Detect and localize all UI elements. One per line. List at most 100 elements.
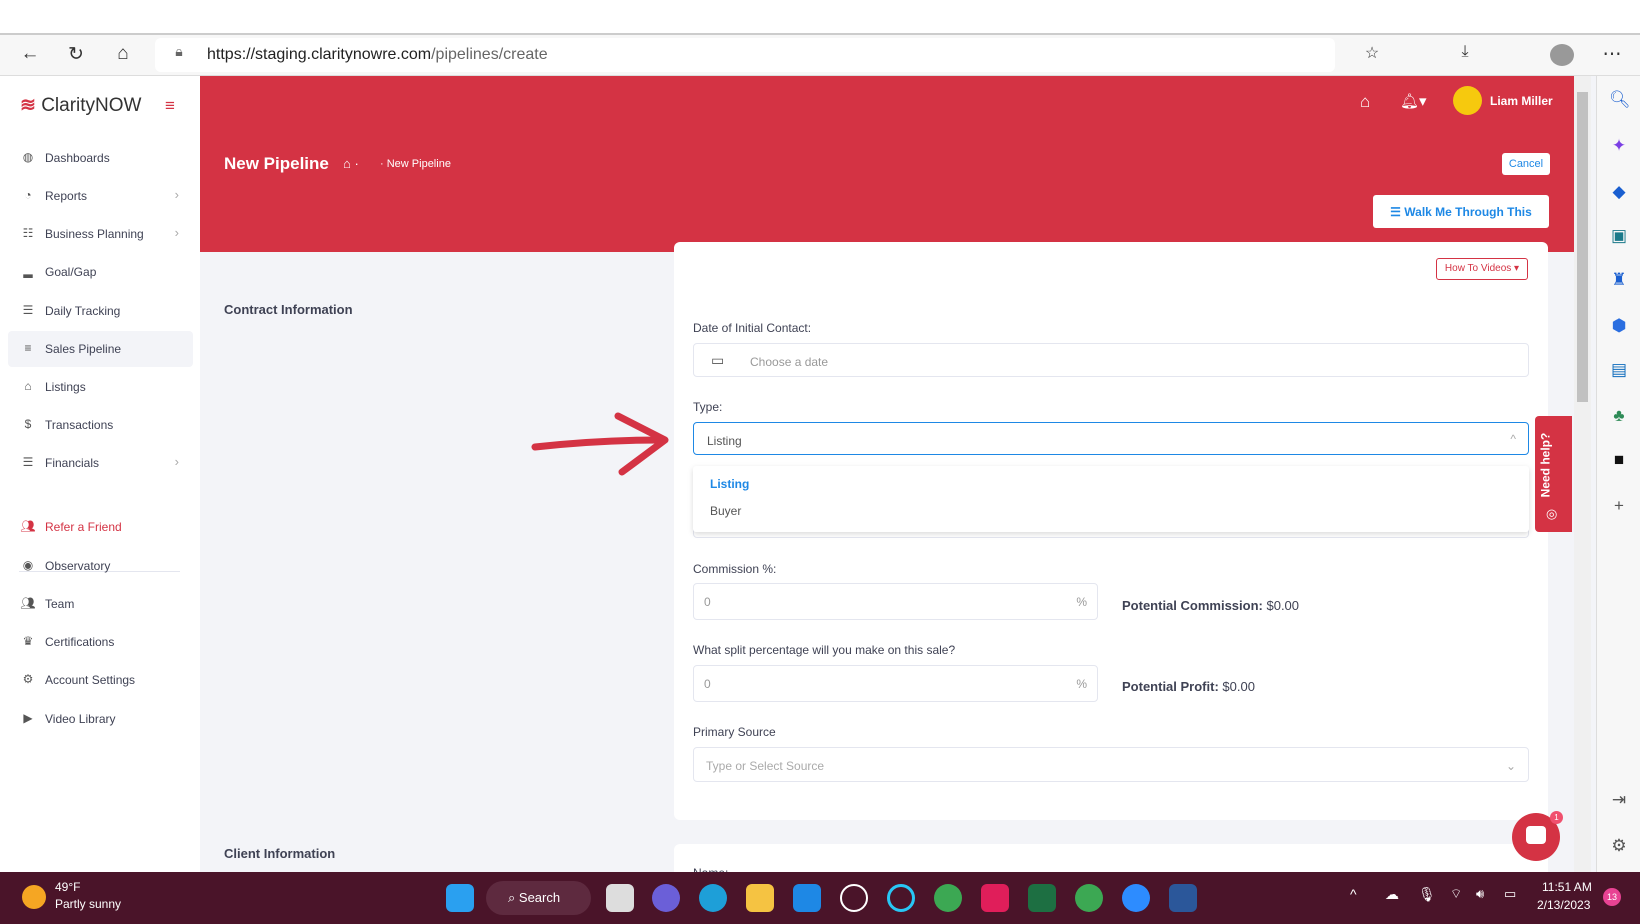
sidebar-item-listings[interactable]: ⌂ Listings xyxy=(8,369,193,405)
edge-sidebar: 🔍︎ ✦ ◆ ▣ ♜ ⬢ ▤ ♣ ■ + ⇥ ⚙ xyxy=(1596,76,1640,872)
sidebar-item-financials[interactable]: ☰ Financials › xyxy=(8,445,193,481)
sidebar-item-reports[interactable]: ◔ Reports › xyxy=(8,178,193,214)
breadcrumb-home-icon[interactable]: ⌂ · xyxy=(343,156,359,171)
tray-chevron-icon[interactable]: ^ xyxy=(1350,886,1357,902)
how-to-videos-dropdown[interactable]: How To Videos ▾ xyxy=(1436,258,1528,280)
volume-icon[interactable]: 🔊︎ xyxy=(1476,886,1484,902)
battery-icon[interactable]: ▭ xyxy=(1504,886,1516,902)
back-icon[interactable]: ← xyxy=(18,43,42,65)
sidebar-item-team[interactable]: 👥︎ Team xyxy=(8,586,193,622)
favorites-icon[interactable]: ☆ xyxy=(1360,43,1384,63)
wifi-icon[interactable]: ⌔ xyxy=(1450,886,1462,902)
sidebar-toggle-icon[interactable]: ⇥ xyxy=(1609,790,1629,810)
breadcrumb: · New Pipeline xyxy=(380,158,451,170)
chrome-icon[interactable] xyxy=(934,884,962,912)
file-explorer-icon[interactable] xyxy=(746,884,774,912)
sidebar-item-sales-pipeline[interactable]: ≡ Sales Pipeline xyxy=(8,331,193,367)
logo-mark-icon: ≋ xyxy=(20,95,36,116)
home-icon[interactable]: ⌂ xyxy=(111,43,135,65)
option-listing[interactable]: Listing xyxy=(710,477,749,491)
avatar[interactable] xyxy=(1453,86,1482,115)
add-icon[interactable]: + xyxy=(1609,496,1629,516)
teams-icon[interactable] xyxy=(652,884,680,912)
home-icon[interactable]: ⌂ xyxy=(1360,92,1370,112)
sidebar-item-video-library[interactable]: ▶ Video Library xyxy=(8,701,193,737)
toolbox-icon[interactable]: ▣ xyxy=(1609,226,1629,246)
alexa-icon[interactable] xyxy=(887,884,915,912)
tag-icon[interactable]: ◆ xyxy=(1609,182,1629,202)
logo[interactable]: ≋ ClarityNOW xyxy=(20,94,141,117)
mic-icon[interactable]: 🎙︎ xyxy=(1418,886,1436,903)
potential-profit-value: $0.00 xyxy=(1222,679,1255,694)
office-icon[interactable]: ⬢ xyxy=(1609,316,1629,336)
split-value: 0 xyxy=(704,677,711,691)
start-icon[interactable] xyxy=(446,884,474,912)
sidebar-item-label: Account Settings xyxy=(45,673,136,687)
scrollbar-thumb[interactable] xyxy=(1577,92,1588,402)
date-placeholder: Choose a date xyxy=(750,355,829,369)
user-name[interactable]: Liam Miller xyxy=(1490,94,1553,108)
address-bar[interactable]: 🔒︎ https://staging.claritynowre.com/pipe… xyxy=(155,38,1335,72)
tree-icon[interactable]: ♣ xyxy=(1609,406,1629,426)
search-icon[interactable]: 🔍︎ xyxy=(1609,90,1631,110)
url-path: /pipelines/create xyxy=(431,46,548,63)
clock-date[interactable]: 2/13/2023 xyxy=(1537,898,1590,912)
split-input[interactable]: 0 % xyxy=(693,665,1098,702)
sidebar-item-dashboards[interactable]: ◍ Dashboards xyxy=(8,140,193,176)
chat-button[interactable]: 1 xyxy=(1512,811,1563,861)
dell-icon[interactable] xyxy=(840,884,868,912)
sidebar-item-certifications[interactable]: ♛ Certifications xyxy=(8,624,193,660)
sidebar-item-label: Daily Tracking xyxy=(45,304,121,318)
slack-icon[interactable] xyxy=(981,884,1009,912)
weather-icon[interactable] xyxy=(22,885,46,909)
sparkle-icon[interactable]: ✦ xyxy=(1609,136,1629,156)
calendar-icon: ▭ xyxy=(711,352,725,368)
hamburger-icon[interactable]: ≡ xyxy=(165,96,175,116)
sidebar-item-transactions[interactable]: $ Transactions xyxy=(8,407,193,443)
cancel-button[interactable]: Cancel xyxy=(1502,153,1550,175)
commission-input[interactable]: 0 % xyxy=(693,583,1098,620)
chat-badge: 1 xyxy=(1550,811,1563,824)
clock-time[interactable]: 11:51 AM xyxy=(1542,880,1592,894)
source-select[interactable]: Type or Select Source ⌄ xyxy=(693,747,1529,782)
sidebar-item-label: Reports xyxy=(45,189,88,203)
zoom-icon[interactable] xyxy=(1122,884,1150,912)
word-icon[interactable] xyxy=(1169,884,1197,912)
walk-label: Walk Me Through This xyxy=(1404,204,1532,219)
page-scrollbar[interactable] xyxy=(1574,76,1591,872)
option-buyer[interactable]: Buyer xyxy=(710,504,741,518)
download-icon[interactable]: ⤓ xyxy=(1453,43,1477,61)
date-label: Date of Initial Contact: xyxy=(693,321,812,335)
need-help-tab[interactable]: Need help? ◎ xyxy=(1535,416,1572,532)
outlook-icon[interactable]: ▤ xyxy=(1609,360,1629,380)
sidebar-item-daily-tracking[interactable]: ☰ Daily Tracking xyxy=(8,293,193,329)
mail-icon[interactable] xyxy=(793,884,821,912)
task-view-icon[interactable] xyxy=(606,884,634,912)
weather-text[interactable]: Partly sunny xyxy=(55,897,121,911)
edge-icon[interactable] xyxy=(699,884,727,912)
chrome-profile-icon[interactable] xyxy=(1075,884,1103,912)
reload-icon[interactable]: ↻ xyxy=(64,43,88,66)
temperature[interactable]: 49°F xyxy=(55,880,80,894)
potential-profit-label: Potential Profit: xyxy=(1122,679,1219,694)
notification-badge[interactable]: 13 xyxy=(1603,888,1621,906)
sidebar-item-account-settings[interactable]: ⚙ Account Settings xyxy=(8,662,193,698)
games-icon[interactable]: ♜ xyxy=(1609,270,1629,290)
more-icon[interactable]: ⋯ xyxy=(1600,43,1624,66)
browser-toolbar: ← ↻ ⌂ 🔒︎ https://staging.claritynowre.co… xyxy=(0,35,1640,76)
date-input[interactable]: ▭ Choose a date xyxy=(693,343,1529,377)
sidebar-item-observatory[interactable]: ◉ Observatory xyxy=(8,548,193,584)
sidebar-item-goal-gap[interactable]: ▂ Goal/Gap xyxy=(8,254,193,290)
onedrive-icon[interactable]: ☁ xyxy=(1385,886,1399,903)
f-app-icon[interactable]: ■ xyxy=(1609,450,1629,470)
lock-icon[interactable]: 🔒︎ xyxy=(167,43,191,60)
bell-icon[interactable]: 🔔︎▾ xyxy=(1400,92,1427,110)
sidebar-item-business-planning[interactable]: ☷ Business Planning › xyxy=(8,216,193,252)
walk-me-through-button[interactable]: ☰ Walk Me Through This xyxy=(1373,195,1549,228)
sidebar-item-refer-a-friend[interactable]: 👥︎ Refer a Friend xyxy=(8,509,193,545)
type-select[interactable]: Listing ^ xyxy=(693,422,1529,455)
excel-icon[interactable] xyxy=(1028,884,1056,912)
taskbar-search[interactable]: ⌕ Search xyxy=(486,881,591,915)
settings-icon[interactable]: ⚙ xyxy=(1609,836,1629,856)
profile-icon[interactable] xyxy=(1550,44,1574,66)
